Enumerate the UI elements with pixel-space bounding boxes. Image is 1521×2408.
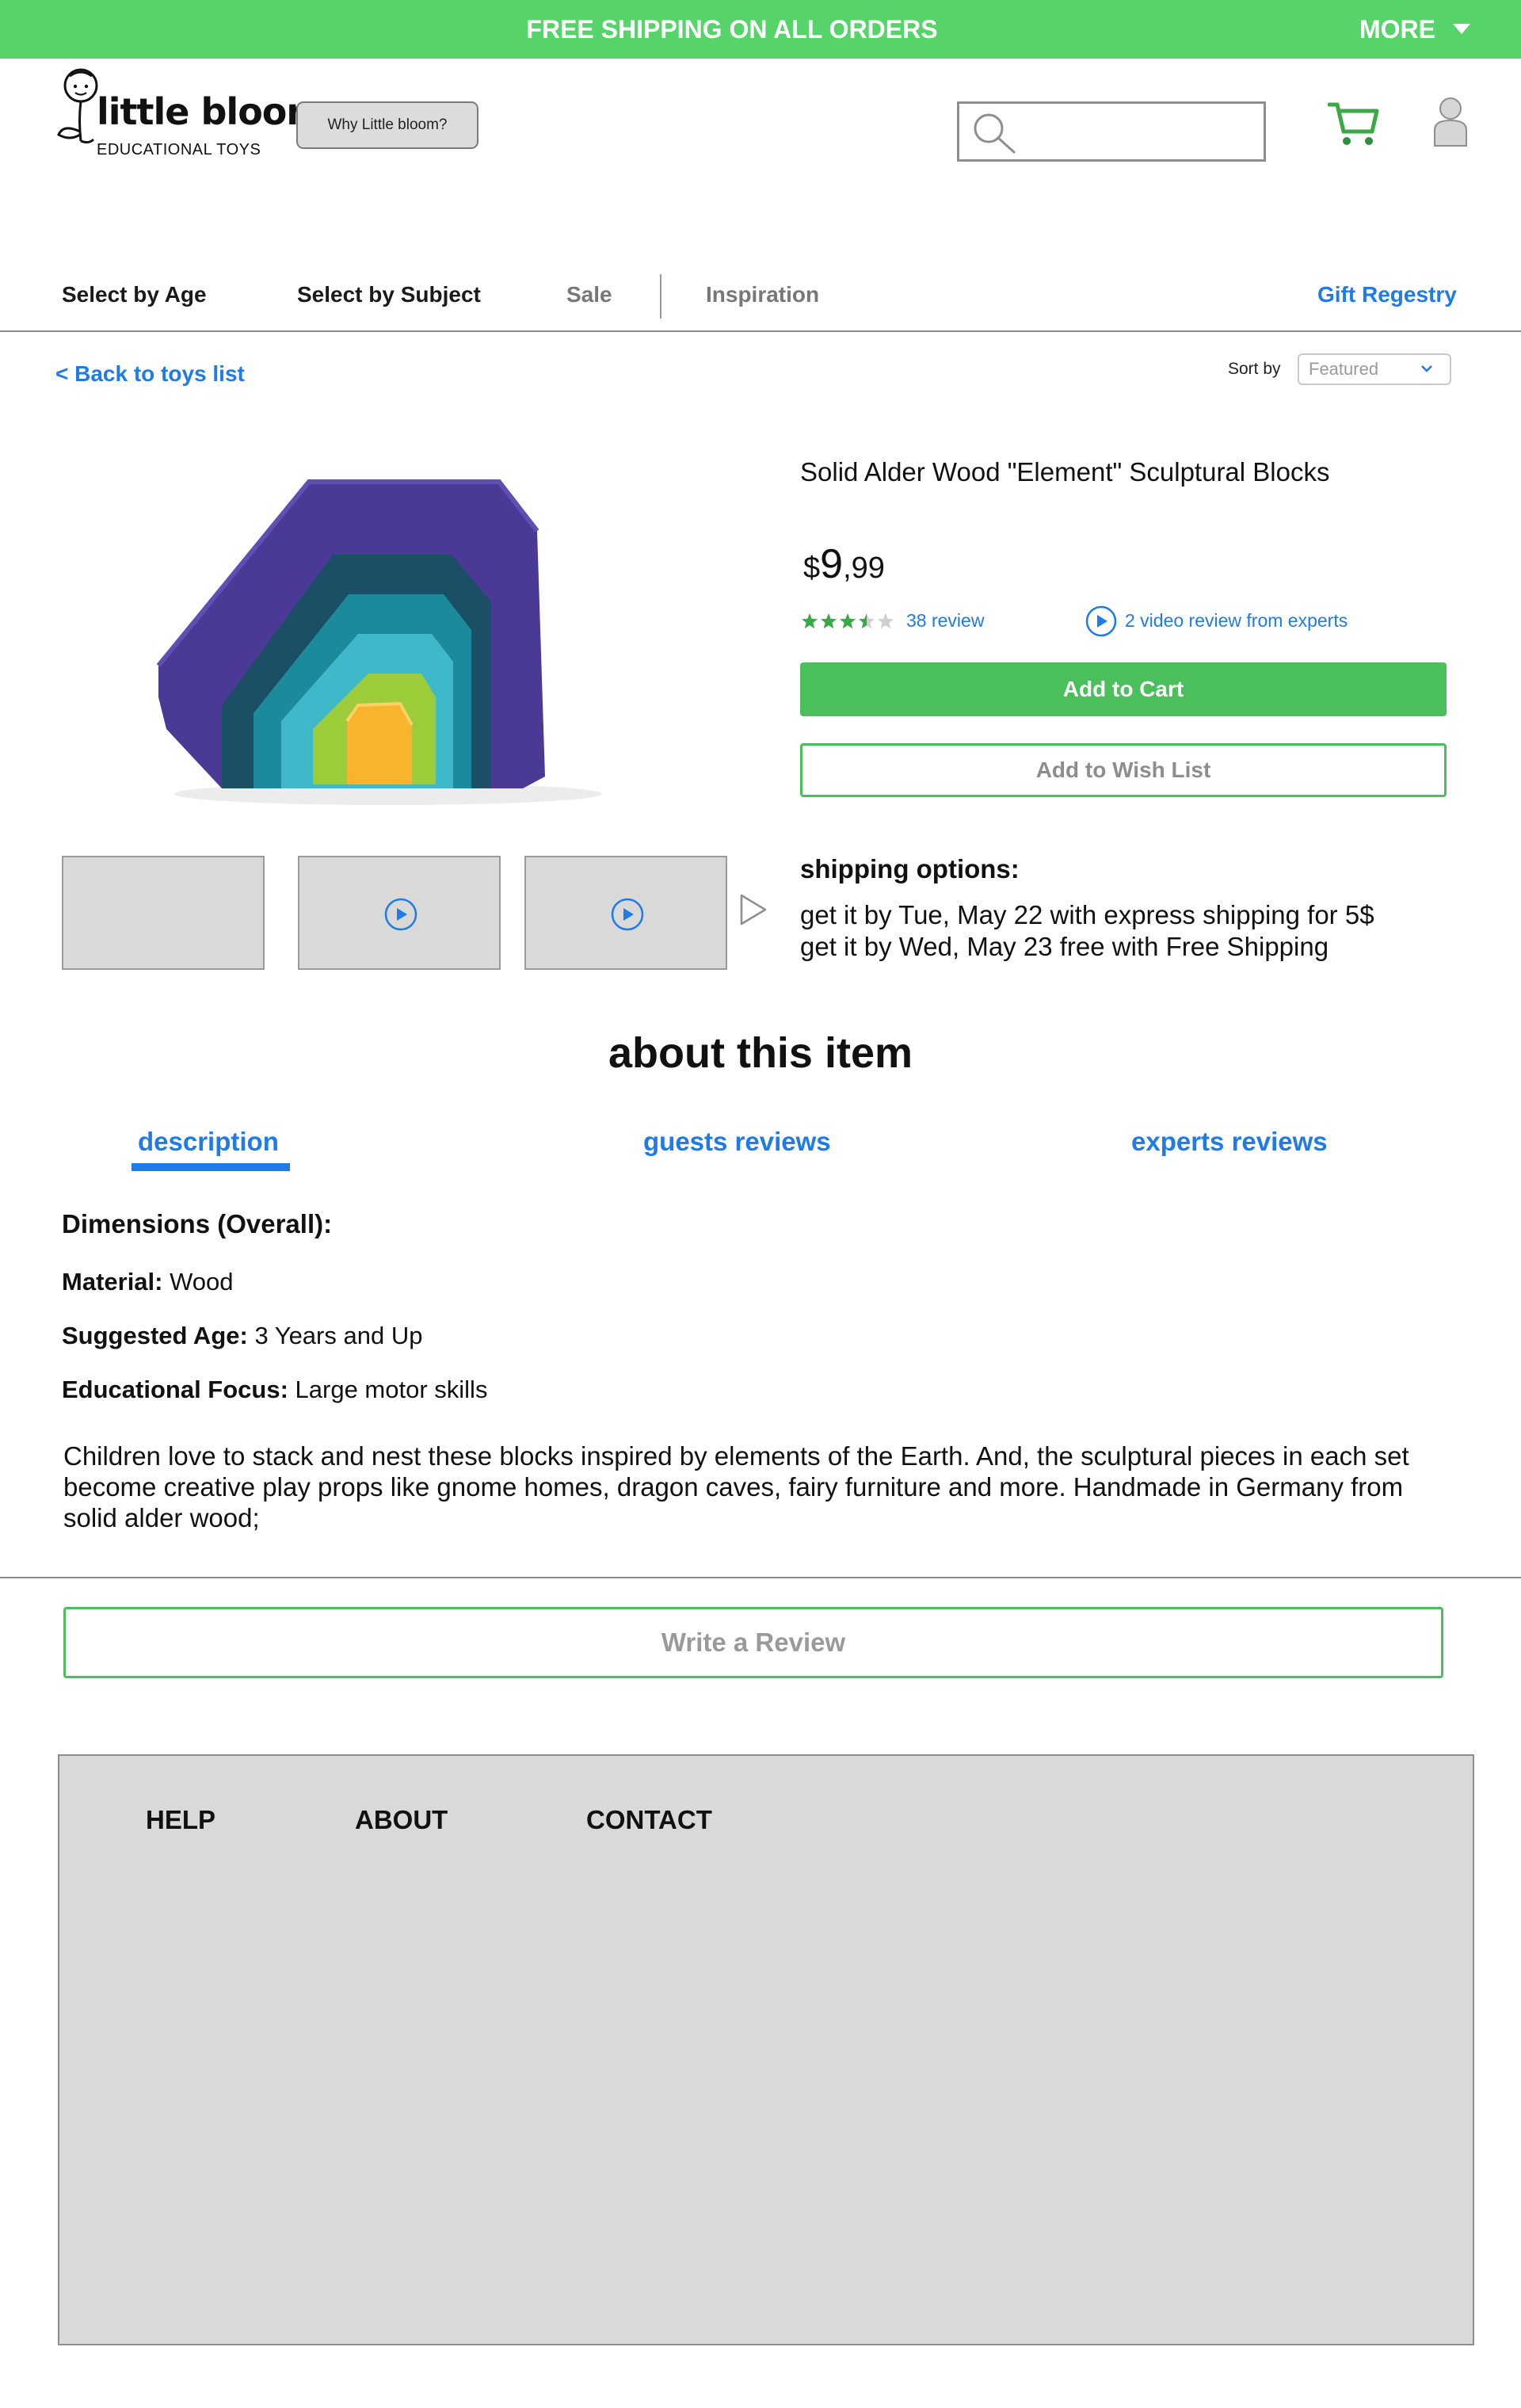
play-icon[interactable] — [1085, 605, 1117, 637]
write-review-button[interactable]: Write a Review — [63, 1607, 1443, 1678]
footer-link-help[interactable]: HELP — [146, 1805, 215, 1835]
footer — [58, 1754, 1474, 2345]
nav-sale[interactable]: Sale — [566, 282, 612, 307]
spec-value: 3 Years and Up — [247, 1322, 423, 1349]
rating-stars — [802, 613, 894, 629]
spec-value: Wood — [162, 1268, 234, 1296]
spec-educational-focus: Educational Focus: Large motor skills — [62, 1376, 487, 1404]
why-little-bloom-button[interactable]: Why Little bloom? — [296, 101, 478, 149]
nav-select-by-age[interactable]: Select by Age — [62, 282, 207, 307]
tab-description[interactable]: description — [138, 1127, 279, 1157]
play-icon — [384, 898, 417, 931]
user-icon[interactable] — [1432, 95, 1469, 147]
video-reviews-link[interactable]: 2 video review from experts — [1125, 610, 1348, 632]
play-icon — [611, 898, 644, 931]
price-cents: ,99 — [843, 551, 885, 585]
tab-guests-reviews[interactable]: guests reviews — [643, 1127, 831, 1157]
active-tab-indicator — [132, 1163, 290, 1171]
nav-gift-registry[interactable]: Gift Regestry — [1317, 282, 1457, 307]
product-image[interactable] — [151, 467, 610, 816]
shipping-option: get it by Tue, May 22 with express shipp… — [800, 900, 1374, 929]
logo-subtitle: EDUCATIONAL TOYS — [97, 141, 261, 158]
thumbnail-image[interactable] — [62, 856, 265, 970]
tab-experts-reviews[interactable]: experts reviews — [1131, 1127, 1328, 1157]
star-icon — [840, 613, 856, 629]
star-empty-icon — [878, 613, 894, 629]
more-menu-button[interactable]: MORE — [1359, 0, 1470, 59]
thumbnail-video[interactable] — [524, 856, 727, 970]
nav-divider-line — [0, 330, 1521, 332]
about-title: about this item — [608, 1029, 913, 1077]
product-price: $9,99 — [803, 540, 885, 588]
search-icon[interactable] — [971, 111, 1019, 155]
cart-icon[interactable] — [1328, 100, 1380, 147]
nav-select-by-subject[interactable]: Select by Subject — [297, 282, 481, 307]
price-main: 9 — [820, 541, 844, 587]
product-description: Children love to stack and nest these bl… — [63, 1441, 1409, 1532]
shipping-title: shipping options: — [800, 854, 1020, 883]
reviews-count-link[interactable]: 38 review — [906, 610, 984, 632]
star-half-icon — [859, 613, 875, 629]
footer-link-about[interactable]: ABOUT — [355, 1805, 448, 1835]
spec-material: Material: Wood — [62, 1268, 234, 1296]
product-title: Solid Alder Wood "Element" Sculptural Bl… — [800, 457, 1330, 487]
shipping-option: get it by Wed, May 23 free with Free Shi… — [800, 932, 1329, 961]
section-divider — [0, 1577, 1521, 1578]
add-to-wishlist-button[interactable]: Add to Wish List — [800, 743, 1447, 797]
sort-label: Sort by — [1228, 360, 1281, 378]
star-icon — [802, 613, 818, 629]
logo-name: little bloom — [97, 90, 324, 133]
next-arrow-icon[interactable] — [738, 892, 768, 927]
chevron-down-icon — [1421, 365, 1432, 372]
spec-label: Suggested Age: — [62, 1322, 248, 1349]
star-icon — [821, 613, 837, 629]
spec-dimensions: Dimensions (Overall): — [62, 1209, 333, 1238]
price-currency: $ — [803, 551, 821, 585]
add-to-cart-button[interactable]: Add to Cart — [800, 662, 1447, 716]
spec-value: Large motor skills — [288, 1376, 488, 1403]
spec-suggested-age: Suggested Age: 3 Years and Up — [62, 1322, 422, 1350]
nav-divider — [660, 274, 661, 319]
thumbnail-video[interactable] — [298, 856, 501, 970]
more-label: MORE — [1359, 15, 1435, 44]
back-to-toys-link[interactable]: < Back to toys list — [55, 361, 245, 387]
banner-text: FREE SHIPPING ON ALL ORDERS — [526, 15, 938, 44]
footer-link-contact[interactable]: CONTACT — [586, 1805, 712, 1835]
nav-inspiration[interactable]: Inspiration — [706, 282, 819, 307]
spec-label: Educational Focus: — [62, 1376, 288, 1403]
spec-label: Material: — [62, 1268, 163, 1296]
caret-down-icon — [1453, 24, 1470, 35]
